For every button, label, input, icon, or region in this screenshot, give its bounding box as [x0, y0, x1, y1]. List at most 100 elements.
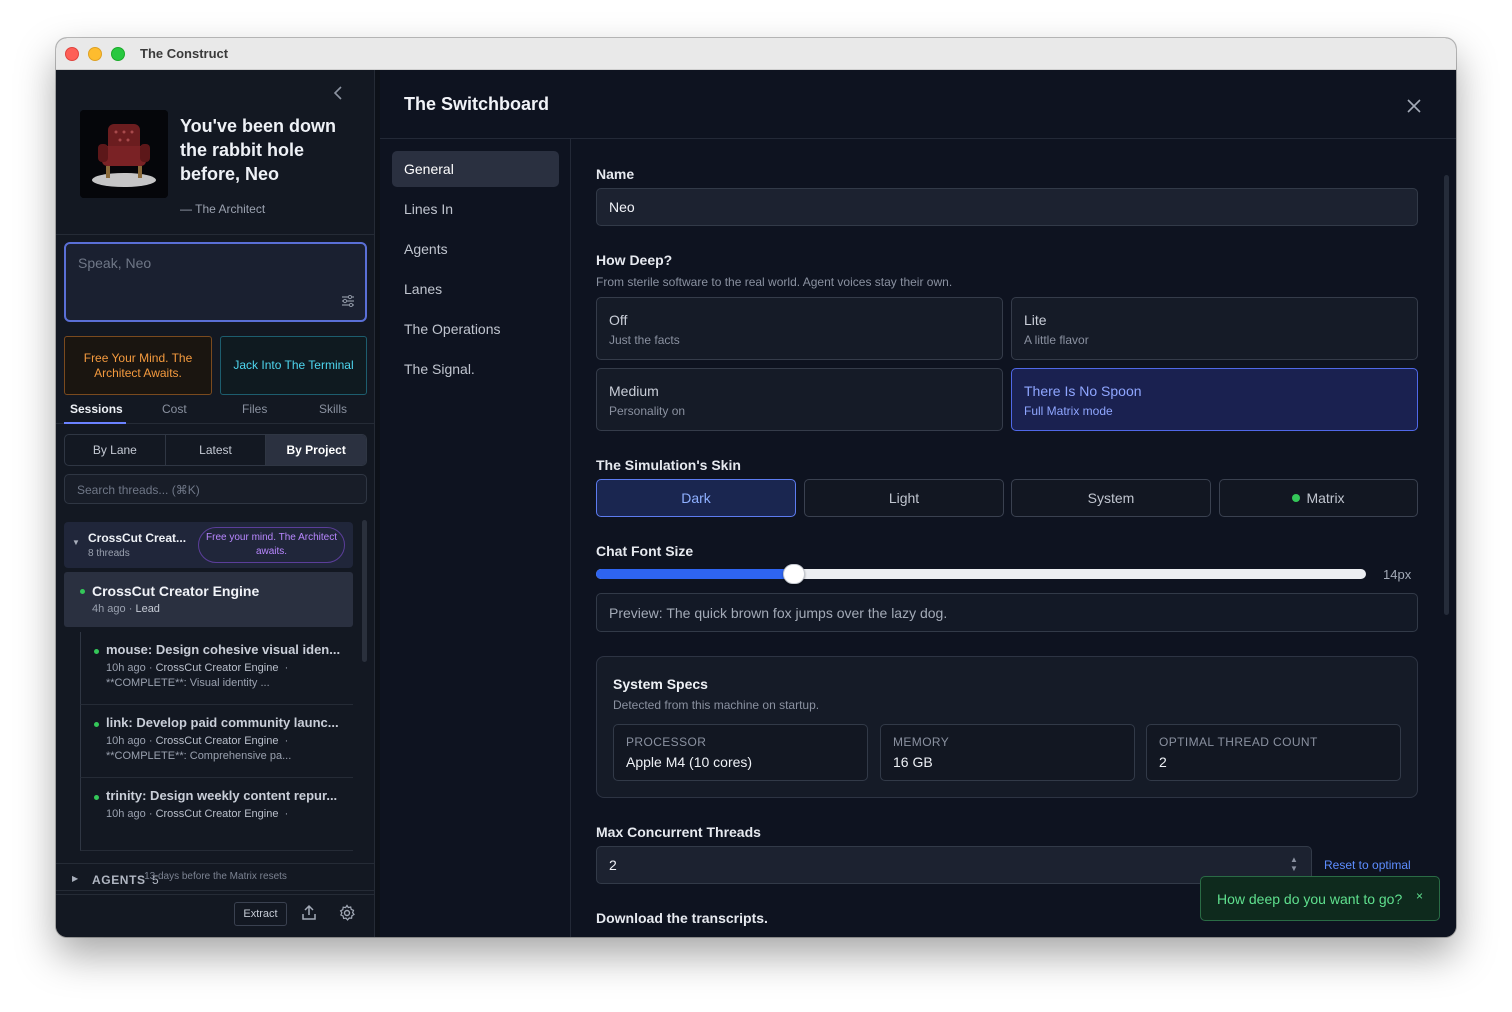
depth-option-off[interactable]: Off Just the facts: [596, 297, 1003, 360]
depth-label: How Deep?: [596, 252, 673, 268]
depth-option-medium[interactable]: Medium Personality on: [596, 368, 1003, 431]
spec-value: 2: [1159, 754, 1167, 770]
nav-signal[interactable]: The Signal.: [392, 351, 559, 387]
segment-by-lane[interactable]: By Lane: [65, 435, 166, 465]
thread-description: **COMPLETE**: Visual identity ...: [106, 677, 270, 689]
depth-option-lite[interactable]: Lite A little flavor: [1011, 297, 1418, 360]
settings-scrollbar[interactable]: [1444, 175, 1449, 615]
tab-skills[interactable]: Skills: [319, 402, 347, 416]
thread-list-scrollbar[interactable]: [362, 520, 367, 662]
spec-memory: MEMORY 16 GB: [880, 724, 1135, 781]
depth-option-no-spoon[interactable]: There Is No Spoon Full Matrix mode: [1011, 368, 1418, 431]
spec-key: MEMORY: [893, 735, 950, 749]
skin-matrix-label: Matrix: [1306, 490, 1345, 506]
composer-placeholder: Speak, Neo: [78, 255, 152, 271]
nav-lanes[interactable]: Lanes: [392, 271, 559, 307]
thread-name: CrossCut Creator Engine: [92, 583, 260, 599]
close-icon[interactable]: [1404, 96, 1424, 116]
font-preview: Preview: The quick brown fox jumps over …: [596, 593, 1418, 632]
matrix-reset-note: 13 days before the Matrix resets: [144, 871, 287, 882]
nav-lines-in[interactable]: Lines In: [392, 191, 559, 227]
collapse-sidebar-button[interactable]: [332, 84, 346, 102]
nav-general[interactable]: General: [392, 151, 559, 187]
skin-matrix-button[interactable]: Matrix: [1219, 479, 1418, 517]
option-description: Full Matrix mode: [1024, 404, 1113, 418]
toast-text: How deep do you want to go?: [1217, 891, 1403, 907]
font-size-slider[interactable]: [596, 564, 1366, 584]
hero-chair-image: [80, 110, 168, 198]
free-your-mind-button[interactable]: Free Your Mind. The Architect Awaits.: [64, 336, 212, 395]
extract-button[interactable]: Extract: [234, 902, 287, 926]
specs-title: System Specs: [613, 676, 708, 692]
segment-latest[interactable]: Latest: [166, 435, 267, 465]
tab-sessions[interactable]: Sessions: [70, 402, 123, 416]
thread-age: 10h ago: [106, 662, 146, 674]
thread-engine: CrossCut Creator Engine: [155, 735, 279, 747]
status-dot-icon: [94, 795, 99, 800]
sliders-icon[interactable]: [341, 294, 355, 312]
segment-by-project[interactable]: By Project: [266, 435, 366, 465]
jack-into-terminal-button[interactable]: Jack Into The Terminal: [220, 336, 367, 395]
thread-engine: CrossCut Creator Engine: [155, 662, 279, 674]
sidebar-footer: Extract: [56, 891, 375, 937]
thread-search-input[interactable]: Search threads... (⌘K): [64, 474, 367, 504]
thread-meta: 10h ago · CrossCut Creator Engine ·: [106, 662, 288, 674]
skin-dark-button[interactable]: Dark: [596, 479, 796, 517]
minimize-window-button[interactable]: [88, 47, 102, 61]
thread-age: 4h ago: [92, 603, 126, 615]
depth-description: From sterile software to the real world.…: [596, 275, 953, 289]
slider-thumb[interactable]: [782, 564, 805, 584]
active-tab-indicator: [64, 422, 126, 424]
project-tagline-pill[interactable]: Free your mind. The Architect awaits.: [198, 527, 345, 563]
skin-system-button[interactable]: System: [1011, 479, 1211, 517]
meta-separator: ·: [284, 662, 289, 674]
search-placeholder: Search threads... (⌘K): [77, 483, 200, 497]
thread-meta: 4h ago · Lead: [92, 603, 160, 615]
thread-item-selected[interactable]: CrossCut Creator Engine 4h ago · Lead: [64, 572, 353, 627]
project-group-header[interactable]: ▼ CrossCut Creat... 8 threads Free your …: [64, 522, 353, 568]
stepper-icon[interactable]: ▲ ▼: [1289, 855, 1299, 875]
meta-separator: ·: [148, 735, 153, 747]
specs-description: Detected from this machine on startup.: [613, 698, 820, 712]
thread-item[interactable]: mouse: Design cohesive visual iden... 10…: [80, 632, 353, 705]
toast-notification: How deep do you want to go? ×: [1200, 876, 1440, 921]
download-label: Download the transcripts.: [596, 910, 768, 926]
reset-optimal-link[interactable]: Reset to optimal: [1324, 858, 1411, 872]
composer-input[interactable]: Speak, Neo: [64, 242, 367, 322]
name-field[interactable]: Neo: [596, 188, 1418, 226]
chevron-left-icon: [333, 86, 342, 100]
hero-title: You've been down the rabbit hole before,…: [180, 116, 336, 184]
thread-meta: 10h ago · CrossCut Creator Engine ·: [106, 808, 288, 820]
thread-role: Lead: [135, 603, 160, 615]
zoom-window-button[interactable]: [111, 47, 125, 61]
nav-agents[interactable]: Agents: [392, 231, 559, 267]
share-upload-icon[interactable]: [300, 904, 320, 924]
gear-icon[interactable]: [338, 904, 358, 924]
sidebar: You've been down the rabbit hole before,…: [56, 70, 375, 937]
close-window-button[interactable]: [65, 47, 79, 61]
spec-value: Apple M4 (10 cores): [626, 754, 753, 770]
triangle-down-icon[interactable]: ▼: [72, 538, 80, 547]
thread-item[interactable]: trinity: Design weekly content repur... …: [80, 778, 353, 851]
app-window: The Construct You've been down the rabbi…: [56, 38, 1456, 937]
spec-processor: PROCESSOR Apple M4 (10 cores): [613, 724, 868, 781]
meta-separator: ·: [148, 662, 153, 674]
skin-light-button[interactable]: Light: [804, 479, 1004, 517]
tab-cost[interactable]: Cost: [162, 402, 187, 416]
toast-close-icon[interactable]: ×: [1416, 889, 1423, 903]
spec-key: PROCESSOR: [626, 735, 707, 749]
option-description: A little flavor: [1024, 333, 1089, 347]
nav-operations[interactable]: The Operations: [392, 311, 559, 347]
tab-files[interactable]: Files: [242, 402, 267, 416]
title-bar: The Construct: [56, 38, 1456, 70]
thread-meta: 10h ago · CrossCut Creator Engine ·: [106, 735, 288, 747]
meta-separator: ·: [284, 808, 289, 820]
thread-item[interactable]: link: Develop paid community launc... 10…: [80, 705, 353, 778]
option-title: Medium: [609, 383, 659, 399]
matrix-dot-icon: [1292, 494, 1301, 502]
threads-value: 2: [609, 857, 617, 873]
option-description: Personality on: [609, 404, 686, 418]
option-title: Lite: [1024, 312, 1047, 328]
status-dot-icon: [94, 722, 99, 727]
meta-separator: ·: [148, 808, 153, 820]
